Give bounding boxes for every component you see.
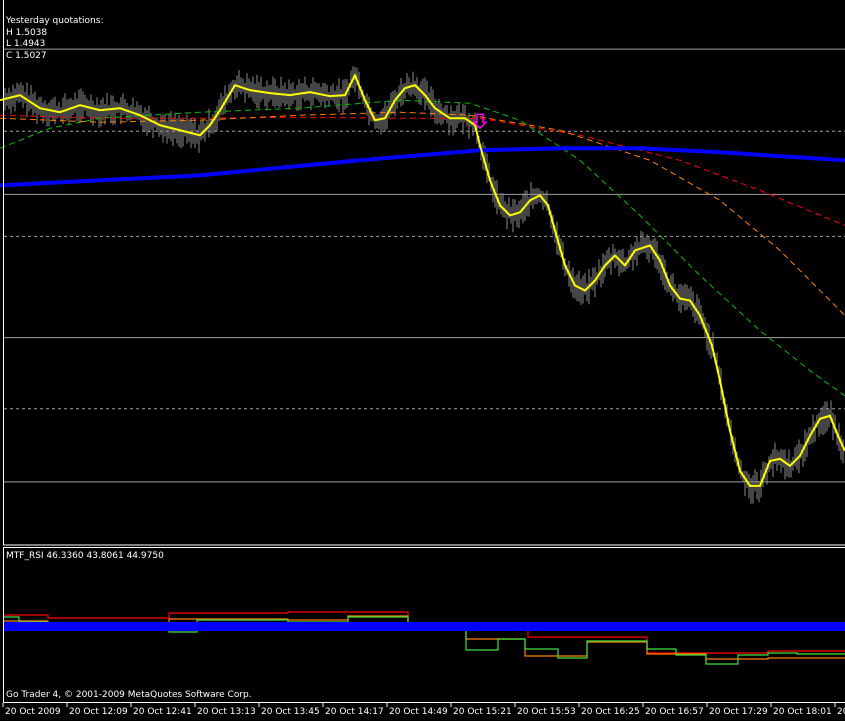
green-ma-line — [0, 99, 845, 397]
time-tick-label: 20 Oct 14:17 — [325, 707, 384, 717]
time-tick-label: 20 Oct 15:21 — [453, 707, 512, 717]
time-tick-label: 20 Oct 17:29 — [709, 707, 768, 717]
blue-ma-line — [0, 146, 845, 188]
moving-averages — [0, 72, 845, 487]
yesterday-low: L 1.4943 — [6, 39, 46, 49]
yesterday-high: H 1.5038 — [6, 28, 48, 38]
time-tick-label: 20 Oct 12:09 — [69, 707, 128, 717]
time-tick-label: 20 Oct 16:25 — [581, 707, 640, 717]
time-tick-label: 20 Oct 18:01 — [773, 707, 832, 717]
copyright-text: Go Trader 4, © 2001-2009 MetaQuotes Soft… — [6, 690, 252, 700]
main-pane-frame — [3, 0, 845, 546]
price-chart — [0, 0, 845, 707]
yesterday-close: C 1.5027 — [6, 51, 47, 61]
time-tick-label: 20 Oct 2009 — [5, 707, 61, 717]
rsi-label: MTF_RSI 46.3360 43.8061 44.9750 — [6, 551, 164, 561]
time-tick-label: 20 Oct 16:57 — [645, 707, 704, 717]
time-tick-label: 20 — [837, 707, 845, 717]
horizontal-levels — [4, 48, 845, 483]
rsi-red-line — [4, 611, 845, 654]
time-tick-label: 20 Oct 13:13 — [197, 707, 256, 717]
time-tick-label: 20 Oct 15:53 — [517, 707, 576, 717]
red-ma-line — [0, 114, 845, 226]
rsi-series — [4, 611, 845, 665]
time-tick-label: 20 Oct 14:49 — [389, 707, 448, 717]
time-tick-label: 20 Oct 12:41 — [133, 707, 192, 717]
yellow-ma-line — [0, 72, 845, 487]
orange-ma-line — [0, 111, 845, 316]
price-bars — [4, 66, 844, 504]
yesterday-title: Yesterday quotations: — [6, 16, 104, 26]
rsi-level-50-band — [4, 622, 845, 631]
time-tick-label: 20 Oct 13:45 — [261, 707, 320, 717]
